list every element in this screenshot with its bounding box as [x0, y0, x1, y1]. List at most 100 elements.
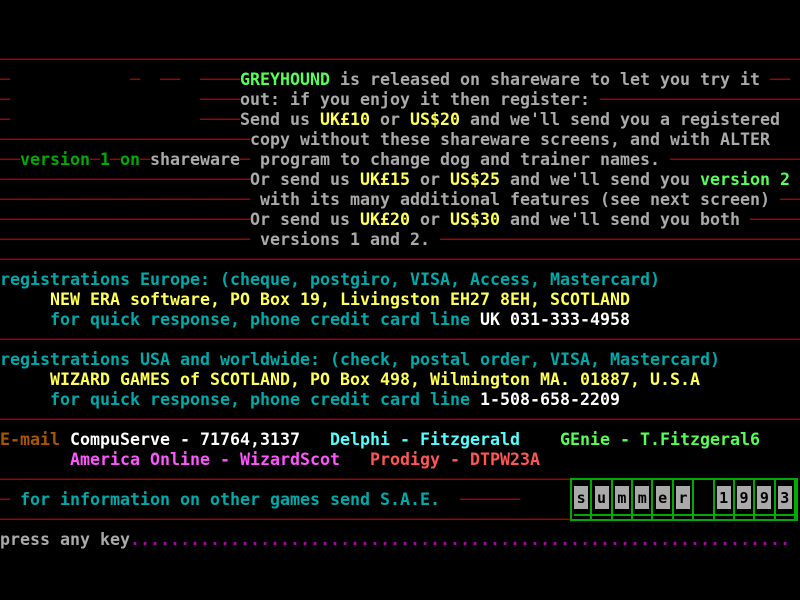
- screen-row-5: ──version─1─on─shareware─ program to cha…: [0, 150, 800, 170]
- red-rule-segment: ─────────────────────────: [0, 230, 250, 249]
- date-char: e: [656, 486, 670, 509]
- text-segment: [60, 430, 70, 449]
- text-segment: and we'll send you a registered: [460, 110, 780, 129]
- screen-row-8: ─────────────────────────Or send us UK£2…: [0, 210, 800, 230]
- red-rule-segment: ──: [780, 190, 800, 209]
- rule-mid-3: ────────────────────────────────────────…: [0, 410, 800, 429]
- text-segment: [300, 430, 330, 449]
- email-compuserve: CompuServe - 71764,3137: [70, 430, 300, 449]
- date-char: s: [574, 486, 588, 509]
- text-segment: out: if you enjoy it then register:: [240, 90, 600, 109]
- text-segment: for quick response, phone credit card li…: [50, 390, 480, 409]
- red-rule-segment: ──: [0, 150, 20, 169]
- red-rule-segment: ──: [770, 70, 790, 89]
- text-segment: [180, 70, 200, 89]
- press-any-key-prompt: press any key: [0, 530, 130, 549]
- screen-row-11: registrations Europe: (cheque, postgiro,…: [0, 270, 660, 290]
- version2-label: version 2: [700, 170, 790, 189]
- screen-row-12: NEW ERA software, PO Box 19, Livingston …: [0, 290, 630, 310]
- text-segment: [0, 390, 50, 409]
- email-aol: America Online - WizardScot: [70, 450, 340, 469]
- red-rule-segment: ────: [200, 110, 240, 129]
- date-char: 3: [778, 486, 792, 509]
- screen-row-6: ─────────────────────────Or send us UK£1…: [0, 170, 790, 190]
- red-rule-segment: ─: [240, 150, 250, 169]
- date-box-underline: [574, 514, 794, 516]
- text-segment: [0, 310, 50, 329]
- date-char: m: [635, 486, 649, 509]
- date-char: r: [676, 486, 690, 509]
- screen-row-20: America Online - WizardScot Prodigy - DT…: [0, 450, 540, 470]
- red-rule-segment: ────────────────────────────────────: [440, 230, 800, 249]
- date-char: 1: [717, 486, 731, 509]
- red-rule-segment: ──────: [460, 490, 520, 509]
- text-segment: [520, 430, 560, 449]
- screen-row-2: ─ ────out: if you enjoy it then register…: [0, 90, 800, 110]
- version1-label: on: [120, 150, 140, 169]
- text-segment: or: [370, 110, 410, 129]
- red-rule-segment: ─────────────────────────: [0, 210, 250, 229]
- red-rule-segment: ─────────────────────────: [0, 170, 250, 189]
- rule-mid-2: ────────────────────────────────────────…: [0, 330, 800, 349]
- sae-note: for information on other games send S.A.…: [10, 490, 460, 509]
- text-segment: shareware: [150, 150, 240, 169]
- red-rule-segment: ─: [90, 150, 100, 169]
- version1-label: version: [20, 150, 90, 169]
- red-rule-segment: ──: [160, 70, 180, 89]
- text-segment: or: [410, 210, 450, 229]
- date-char: 9: [757, 486, 771, 509]
- red-rule-segment: ────: [200, 90, 240, 109]
- email-delphi: Delphi - Fitzgerald: [330, 430, 520, 449]
- text-segment: [10, 70, 130, 89]
- rule-below-sae: ────────────────────────────────────────…: [0, 510, 570, 529]
- red-rule-segment: ─────────────: [670, 150, 800, 169]
- date-box: summer1993: [570, 478, 798, 521]
- text-segment: [760, 70, 770, 89]
- screen-row-7: ───────────────────────── with its many …: [0, 190, 800, 210]
- address-usa: WIZARD GAMES of SCOTLAND, PO Box 498, Wi…: [50, 370, 700, 389]
- screen-row-0: ────────────────────────────────────────…: [0, 50, 800, 70]
- red-rule-segment: ─: [110, 150, 120, 169]
- price-v2-uk: UK£15: [360, 170, 410, 189]
- text-segment: Or send us: [250, 170, 360, 189]
- text-segment: program to change dog and trainer names.: [250, 150, 660, 169]
- screen-row-10: ────────────────────────────────────────…: [0, 250, 800, 270]
- screen-row-13: for quick response, phone credit card li…: [0, 310, 630, 330]
- text-segment: [660, 150, 670, 169]
- text-segment: and we'll send you both: [500, 210, 750, 229]
- screen-row-17: for quick response, phone credit card li…: [0, 390, 620, 410]
- screen-row-21: ────────────────────────────────────────…: [0, 470, 570, 490]
- phone-uk: UK 031-333-4958: [480, 310, 630, 329]
- screen-row-15: registrations USA and worldwide: (check,…: [0, 350, 720, 370]
- red-rule-segment: ─────: [750, 210, 800, 229]
- red-rule-segment: ─: [0, 90, 10, 109]
- text-segment: [10, 90, 200, 109]
- text-segment: [0, 370, 50, 389]
- text-segment: [10, 110, 200, 129]
- screen-row-24: press any key...........................…: [0, 530, 790, 550]
- red-rule-segment: ────────────────────: [600, 90, 800, 109]
- screen-row-23: ────────────────────────────────────────…: [0, 510, 570, 530]
- email-label: E-mail: [0, 430, 60, 449]
- date-char: 9: [737, 486, 751, 509]
- screen-row-16: WIZARD GAMES of SCOTLAND, PO Box 498, Wi…: [0, 370, 700, 390]
- registrations-europe-heading: registrations Europe: (cheque, postgiro,…: [0, 270, 660, 289]
- version1-label: 1: [100, 150, 110, 169]
- red-rule-segment: ─────────────────────────: [0, 190, 250, 209]
- screen-row-1: ─ ─ ── ────GREYHOUND is released on shar…: [0, 70, 790, 90]
- rule-mid-1: ────────────────────────────────────────…: [0, 250, 800, 269]
- screen-row-19: E-mail CompuServe - 71764,3137 Delphi - …: [0, 430, 760, 450]
- red-rule-segment: ─: [0, 70, 10, 89]
- screen-row-14: ────────────────────────────────────────…: [0, 330, 800, 350]
- price-both-us: US$30: [450, 210, 500, 229]
- text-segment: for quick response, phone credit card li…: [50, 310, 480, 329]
- text-segment: [340, 450, 370, 469]
- price-v2-us: US$25: [450, 170, 500, 189]
- email-prodigy: Prodigy - DTPW23A: [370, 450, 540, 469]
- screen-row-4: ─────────────────────────copy without th…: [0, 130, 770, 150]
- price-v1-us: US$20: [410, 110, 460, 129]
- text-segment: [0, 450, 70, 469]
- red-rule-segment: ─: [140, 150, 150, 169]
- address-europe: NEW ERA software, PO Box 19, Livingston …: [50, 290, 630, 309]
- rule-above-sae: ────────────────────────────────────────…: [0, 470, 570, 489]
